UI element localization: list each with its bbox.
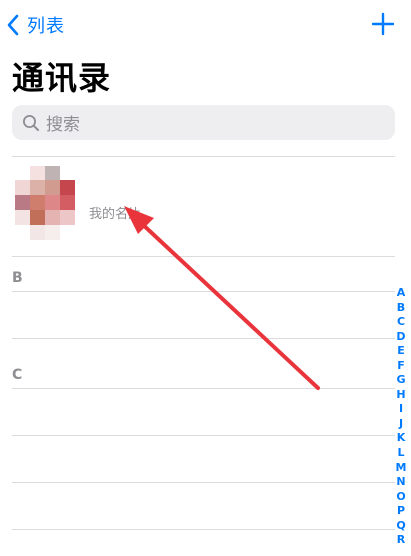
chevron-left-icon (7, 14, 19, 36)
index-letter[interactable]: G (396, 373, 405, 388)
list-item[interactable] (12, 292, 395, 338)
index-letter[interactable]: J (399, 417, 403, 432)
list-item[interactable] (12, 436, 395, 482)
divider (12, 156, 395, 157)
search-placeholder: 搜索 (46, 115, 80, 135)
section-header-b: B (12, 270, 23, 286)
index-letter[interactable]: K (397, 431, 406, 446)
index-letter[interactable]: O (396, 490, 405, 505)
search-field[interactable]: 搜索 (12, 105, 395, 140)
index-letter[interactable]: N (396, 475, 405, 490)
back-label: 列表 (27, 16, 65, 37)
divider (12, 338, 395, 339)
index-letter[interactable]: C (397, 315, 405, 330)
avatar (12, 166, 76, 244)
index-letter[interactable]: L (397, 446, 404, 461)
my-card-label: 我的名片 (89, 207, 142, 222)
back-button[interactable]: 列表 (6, 10, 65, 40)
page-title: 通讯录 (12, 59, 112, 97)
index-letter[interactable]: M (396, 461, 407, 476)
list-item[interactable] (12, 483, 395, 529)
divider (12, 529, 395, 530)
section-index[interactable]: A B C D E F G H I J K L M N O P Q R (394, 286, 408, 548)
divider (12, 256, 395, 257)
list-item[interactable] (12, 389, 395, 435)
index-letter[interactable]: E (397, 344, 405, 359)
add-contact-button[interactable] (371, 12, 395, 36)
index-letter[interactable]: A (397, 286, 406, 301)
index-letter[interactable]: P (397, 504, 405, 519)
index-letter[interactable]: H (396, 388, 405, 403)
magnifier-icon (23, 114, 39, 131)
index-letter[interactable]: I (399, 402, 403, 417)
index-letter[interactable]: F (397, 359, 405, 374)
index-letter[interactable]: D (396, 330, 405, 345)
index-letter[interactable]: Q (396, 519, 405, 534)
index-letter[interactable]: B (397, 301, 405, 316)
section-header-c: C (12, 367, 23, 383)
plus-icon (371, 12, 395, 36)
index-letter[interactable]: R (397, 533, 405, 548)
